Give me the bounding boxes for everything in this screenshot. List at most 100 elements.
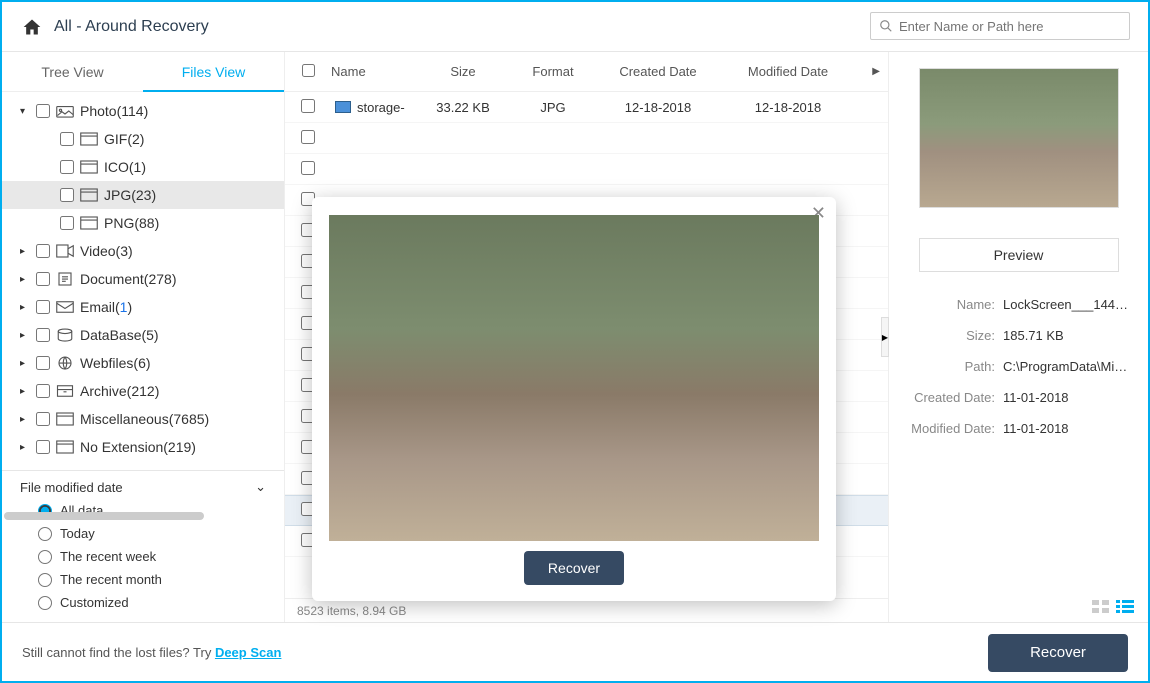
tree-node-email[interactable]: ▸Email(1) bbox=[2, 293, 284, 321]
filter-title: File modified date bbox=[20, 480, 123, 495]
value-name: LockScreen___1440_09... bbox=[1003, 297, 1132, 312]
checkbox-select-all[interactable] bbox=[302, 64, 315, 77]
tree-label: GIF(2) bbox=[104, 131, 144, 147]
checkbox-ico[interactable] bbox=[60, 160, 74, 174]
tree-node-png[interactable]: PNG(88) bbox=[2, 209, 284, 237]
tree-node-archive[interactable]: ▸Archive(212) bbox=[2, 377, 284, 405]
label-path: Path: bbox=[905, 359, 995, 374]
checkbox-jpg[interactable] bbox=[60, 188, 74, 202]
home-icon[interactable] bbox=[22, 17, 42, 37]
col-header-name[interactable]: Name bbox=[323, 64, 413, 79]
tree-label: Miscellaneous(7685) bbox=[80, 411, 209, 427]
checkbox-document[interactable] bbox=[36, 272, 50, 286]
preview-panel: ▶ Preview Name:LockScreen___1440_09... S… bbox=[888, 52, 1148, 622]
checkbox-photo[interactable] bbox=[36, 104, 50, 118]
checkbox-email[interactable] bbox=[36, 300, 50, 314]
status-bar: 8523 items, 8.94 GB bbox=[285, 598, 888, 622]
filter-opt-custom[interactable]: Customized bbox=[20, 591, 266, 614]
tree-node-ico[interactable]: ICO(1) bbox=[2, 153, 284, 181]
col-header-created[interactable]: Created Date bbox=[593, 64, 723, 79]
grid-view-icon[interactable] bbox=[1092, 600, 1110, 614]
tree-label: ICO(1) bbox=[104, 159, 146, 175]
filter-section: File modified date⌄ All data Today The r… bbox=[2, 470, 284, 622]
tree-node-jpg[interactable]: JPG(23) bbox=[2, 181, 284, 209]
table-row[interactable]: storage-33.22 KBJPG12-18-201812-18-2018 bbox=[285, 92, 888, 123]
search-box[interactable] bbox=[870, 12, 1130, 40]
checkbox-misc[interactable] bbox=[36, 412, 50, 426]
checkbox-webfiles[interactable] bbox=[36, 356, 50, 370]
cell-created: 12-18-2018 bbox=[593, 100, 723, 115]
label-name: Name: bbox=[905, 297, 995, 312]
col-header-modified[interactable]: Modified Date bbox=[723, 64, 853, 79]
app-title: All - Around Recovery bbox=[54, 18, 209, 36]
sort-arrow-icon[interactable]: ▶ bbox=[872, 66, 888, 77]
tab-tree-view[interactable]: Tree View bbox=[2, 52, 143, 92]
modal-recover-button[interactable]: Recover bbox=[524, 551, 624, 585]
filter-opt-today[interactable]: Today bbox=[20, 522, 266, 545]
tree-node-document[interactable]: ▸Document(278) bbox=[2, 265, 284, 293]
tree-label: Archive(212) bbox=[80, 383, 159, 399]
tree-node-misc[interactable]: ▸Miscellaneous(7685) bbox=[2, 405, 284, 433]
label-modified: Modified Date: bbox=[905, 421, 995, 436]
tree-label: Video(3) bbox=[80, 243, 133, 259]
row-checkbox[interactable] bbox=[301, 130, 315, 144]
row-checkbox[interactable] bbox=[301, 99, 315, 113]
value-modified: 11-01-2018 bbox=[1003, 421, 1132, 436]
tree-label: PNG(88) bbox=[104, 215, 159, 231]
tree-node-noext[interactable]: ▸No Extension(219) bbox=[2, 433, 284, 461]
radio-today[interactable] bbox=[38, 527, 52, 541]
panel-collapse-handle[interactable]: ▶ bbox=[881, 317, 889, 357]
deep-scan-link[interactable]: Deep Scan bbox=[215, 645, 281, 660]
tree-node-video[interactable]: ▸Video(3) bbox=[2, 237, 284, 265]
value-size: 185.71 KB bbox=[1003, 328, 1132, 343]
sidebar: Tree View Files View ▾Photo(114) GIF(2) … bbox=[2, 52, 285, 622]
checkbox-noext[interactable] bbox=[36, 440, 50, 454]
value-created: 11-01-2018 bbox=[1003, 390, 1132, 405]
row-checkbox[interactable] bbox=[301, 161, 315, 175]
main-area: Tree View Files View ▾Photo(114) GIF(2) … bbox=[2, 52, 1148, 622]
tree-label: Webfiles(6) bbox=[80, 355, 151, 371]
chevron-down-icon: ⌄ bbox=[255, 479, 266, 495]
checkbox-database[interactable] bbox=[36, 328, 50, 342]
view-mode-toggle bbox=[1092, 600, 1134, 614]
radio-month[interactable] bbox=[38, 573, 52, 587]
footer-hint: Still cannot find the lost files? Try De… bbox=[22, 645, 281, 660]
tree-node-database[interactable]: ▸DataBase(5) bbox=[2, 321, 284, 349]
preview-button[interactable]: Preview bbox=[919, 238, 1119, 272]
tree-node-gif[interactable]: GIF(2) bbox=[2, 125, 284, 153]
checkbox-png[interactable] bbox=[60, 216, 74, 230]
value-path: C:\ProgramData\Micro... bbox=[1003, 359, 1132, 374]
radio-week[interactable] bbox=[38, 550, 52, 564]
file-type-tree: ▾Photo(114) GIF(2) ICO(1) JPG(23) PNG(88… bbox=[2, 92, 284, 470]
recover-button[interactable]: Recover bbox=[988, 634, 1128, 672]
tree-label: Email(1) bbox=[80, 299, 132, 315]
tab-files-view[interactable]: Files View bbox=[143, 52, 284, 92]
col-header-size[interactable]: Size bbox=[413, 64, 513, 79]
modal-preview-image bbox=[329, 215, 819, 541]
preview-modal: ✕ Recover bbox=[312, 197, 836, 601]
list-view-icon[interactable] bbox=[1116, 600, 1134, 614]
table-header: Name Size Format Created Date Modified D… bbox=[285, 52, 888, 92]
tree-node-photo[interactable]: ▾Photo(114) bbox=[2, 97, 284, 125]
cell-modified: 12-18-2018 bbox=[723, 100, 853, 115]
filter-opt-week[interactable]: The recent week bbox=[20, 545, 266, 568]
cell-format: JPG bbox=[513, 100, 593, 115]
tree-label: No Extension(219) bbox=[80, 439, 196, 455]
tree-label: DataBase(5) bbox=[80, 327, 159, 343]
tree-node-webfiles[interactable]: ▸Webfiles(6) bbox=[2, 349, 284, 377]
tree-label: JPG(23) bbox=[104, 187, 156, 203]
label-created: Created Date: bbox=[905, 390, 995, 405]
col-header-format[interactable]: Format bbox=[513, 64, 593, 79]
search-input[interactable] bbox=[899, 19, 1121, 34]
filter-toggle[interactable]: File modified date ⌄ bbox=[20, 479, 266, 499]
checkbox-gif[interactable] bbox=[60, 132, 74, 146]
table-row[interactable] bbox=[285, 123, 888, 154]
table-row[interactable] bbox=[285, 154, 888, 185]
footer: Still cannot find the lost files? Try De… bbox=[2, 622, 1148, 682]
filter-opt-month[interactable]: The recent month bbox=[20, 568, 266, 591]
radio-custom[interactable] bbox=[38, 596, 52, 610]
checkbox-video[interactable] bbox=[36, 244, 50, 258]
preview-thumbnail bbox=[919, 68, 1119, 208]
checkbox-archive[interactable] bbox=[36, 384, 50, 398]
label-size: Size: bbox=[905, 328, 995, 343]
